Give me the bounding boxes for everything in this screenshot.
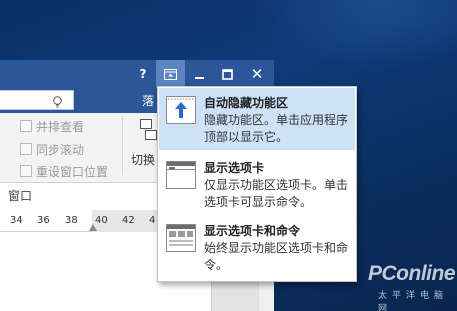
window-group-label: 窗口	[8, 189, 33, 203]
ribbon-display-options-menu: 自动隐藏功能区 隐藏功能区。单击应用程序顶部以显示它。 显示选项卡 仅显示功能区…	[157, 86, 357, 282]
auto-hide-ribbon-title: 自动隐藏功能区	[204, 96, 289, 110]
menu-item-auto-hide-ribbon[interactable]: 自动隐藏功能区 隐藏功能区。单击应用程序顶部以显示它。	[159, 88, 355, 150]
ruler-tick: 38	[65, 215, 78, 226]
watermark-sub: 太平洋电脑网	[378, 291, 449, 311]
maximize-button[interactable]	[214, 60, 240, 88]
minimize-button[interactable]	[186, 60, 212, 88]
lightbulb-icon	[53, 96, 62, 108]
minimize-icon	[194, 76, 204, 79]
ruler-tick: 36	[37, 215, 50, 226]
maximize-icon	[221, 68, 233, 80]
close-button[interactable]: ✕	[244, 60, 270, 88]
side-by-side-button[interactable]: 并排查看	[20, 118, 84, 134]
desktop-background	[250, 0, 457, 70]
right-indent-marker[interactable]	[89, 224, 97, 231]
side-by-side-icon	[20, 120, 32, 132]
ribbon-separator	[122, 117, 123, 175]
title-bar: ? ✕	[0, 60, 274, 88]
show-tabs-and-commands-icon	[166, 224, 196, 252]
sync-scroll-button[interactable]: 同步滚动	[20, 141, 84, 157]
sync-scroll-icon	[20, 143, 32, 155]
tell-me-search-box[interactable]	[0, 90, 74, 110]
switch-windows-icon	[140, 119, 157, 140]
show-tabs-desc: 仅显示功能区选项卡。单击选项卡可显示命令。	[204, 178, 349, 209]
show-tabs-icon	[166, 161, 196, 189]
ribbon-display-options-icon	[164, 68, 177, 80]
ruler-tick: 42	[122, 215, 135, 226]
reset-window-position-label: 重设窗口位置	[36, 164, 109, 179]
watermark-brand: PConline	[368, 262, 456, 285]
help-button[interactable]: ?	[130, 60, 156, 88]
ribbon-tab-partial[interactable]: 落	[142, 92, 154, 109]
reset-window-position-button[interactable]: 重设窗口位置	[20, 163, 108, 179]
switch-windows-button[interactable]: 切换	[131, 151, 155, 168]
ruler-tick: 34	[10, 215, 23, 226]
auto-hide-ribbon-icon	[166, 96, 196, 124]
sync-scroll-label: 同步滚动	[36, 142, 85, 157]
ruler-tick: 4	[149, 215, 156, 226]
auto-hide-ribbon-desc: 隐藏功能区。单击应用程序顶部以显示它。	[204, 113, 349, 144]
pconline-watermark: PConline 太平洋电脑网	[362, 262, 457, 311]
reset-window-position-icon	[20, 165, 32, 177]
show-tabs-and-commands-desc: 始终显示功能区选项卡和命令。	[204, 241, 349, 272]
show-tabs-title: 显示选项卡	[204, 161, 265, 175]
menu-item-show-tabs[interactable]: 显示选项卡 仅显示功能区选项卡。单击选项卡可显示命令。	[159, 153, 355, 213]
side-by-side-label: 并排查看	[36, 119, 85, 134]
show-tabs-and-commands-title: 显示选项卡和命令	[204, 224, 301, 238]
ribbon-display-options-button[interactable]	[156, 60, 185, 88]
menu-item-show-tabs-and-commands[interactable]: 显示选项卡和命令 始终显示功能区选项卡和命令。	[159, 216, 355, 278]
